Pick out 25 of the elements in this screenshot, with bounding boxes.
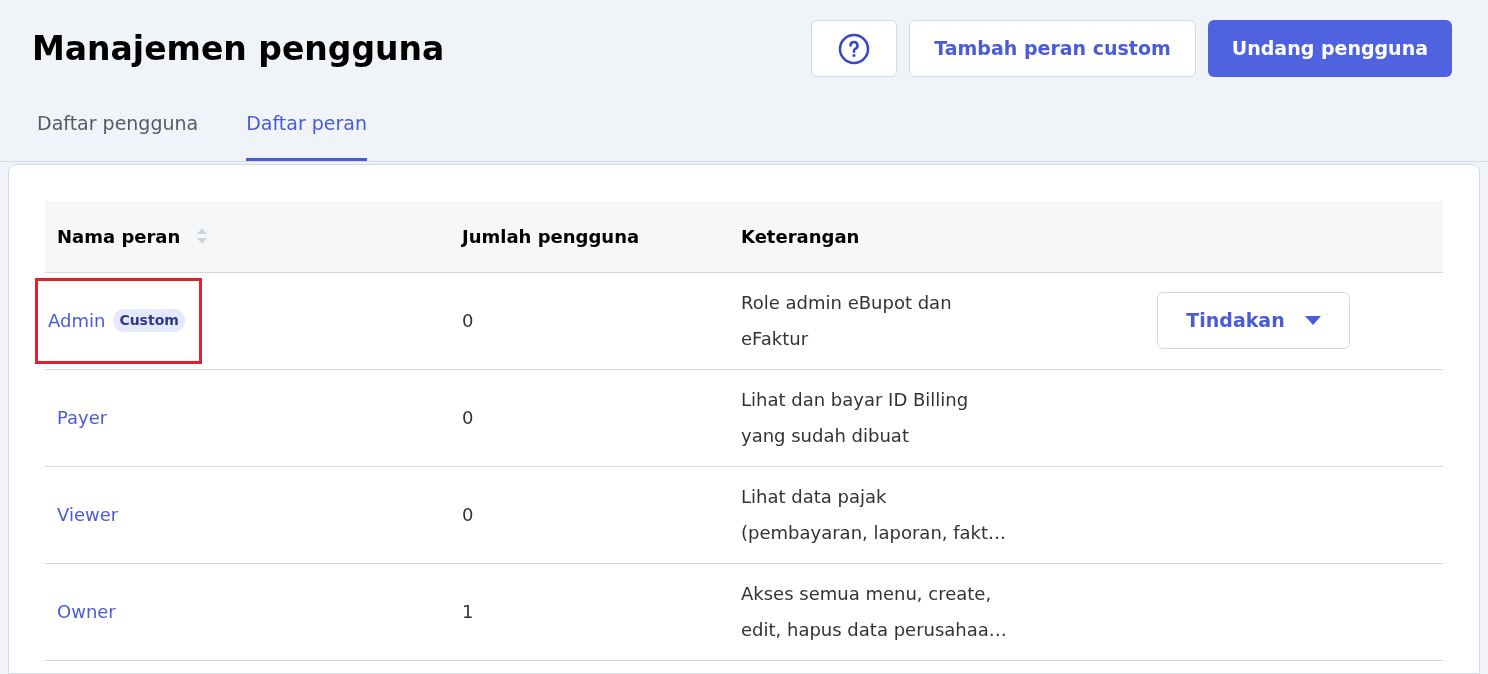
user-count: 0: [462, 407, 474, 428]
role-link[interactable]: Payer: [57, 404, 108, 431]
user-count: 1: [462, 601, 474, 622]
tab[interactable]: Daftar pengguna: [37, 101, 199, 161]
role-description: Lihat data pajak (pembayaran, laporan, fakt…: [741, 484, 1008, 545]
role-description: Akses semua menu, create, edit, hapus data perusahaa…: [741, 581, 1008, 642]
help-button[interactable]: [811, 20, 898, 77]
help-icon: [838, 32, 871, 65]
add-custom-role-button[interactable]: Tambah peran custom: [909, 20, 1196, 77]
user-count: 0: [462, 504, 474, 525]
actions-dropdown[interactable]: Tindakan: [1157, 292, 1350, 349]
column-header: Keterangan: [741, 225, 860, 247]
role-link[interactable]: Owner: [57, 598, 116, 625]
role-link[interactable]: Viewer: [57, 501, 119, 528]
role-description: Role admin eBupot dan eFaktur: [741, 290, 953, 351]
column-header: Jumlah pengguna: [462, 225, 640, 247]
role-link[interactable]: Admin: [48, 307, 106, 334]
tab[interactable]: Daftar peran: [246, 101, 368, 161]
page-title: Manajemen pengguna: [32, 27, 445, 70]
custom-tag: Custom: [113, 309, 185, 332]
role-description: Lihat dan bayar ID Billing yang sudah dibuat: [741, 387, 970, 448]
user-count: 0: [462, 310, 474, 331]
column-header: Nama peran: [57, 224, 181, 249]
invite-user-button[interactable]: Undang pengguna: [1207, 20, 1452, 77]
caret-icon: [1304, 316, 1321, 325]
